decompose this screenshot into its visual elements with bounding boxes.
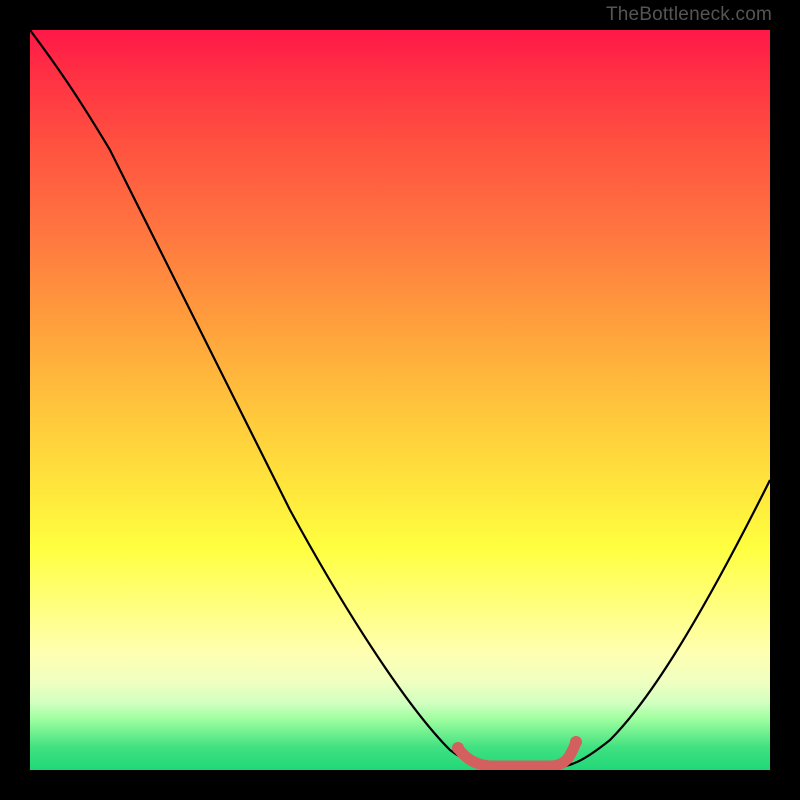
- highlight-dot-start: [452, 742, 464, 754]
- chart-overlay: [30, 30, 770, 770]
- watermark-text: TheBottleneck.com: [606, 4, 772, 26]
- bottleneck-curve: [30, 30, 770, 768]
- highlight-dot-end: [570, 736, 582, 748]
- highlight-segment: [458, 742, 576, 766]
- chart-container: TheBottleneck.com: [0, 0, 800, 800]
